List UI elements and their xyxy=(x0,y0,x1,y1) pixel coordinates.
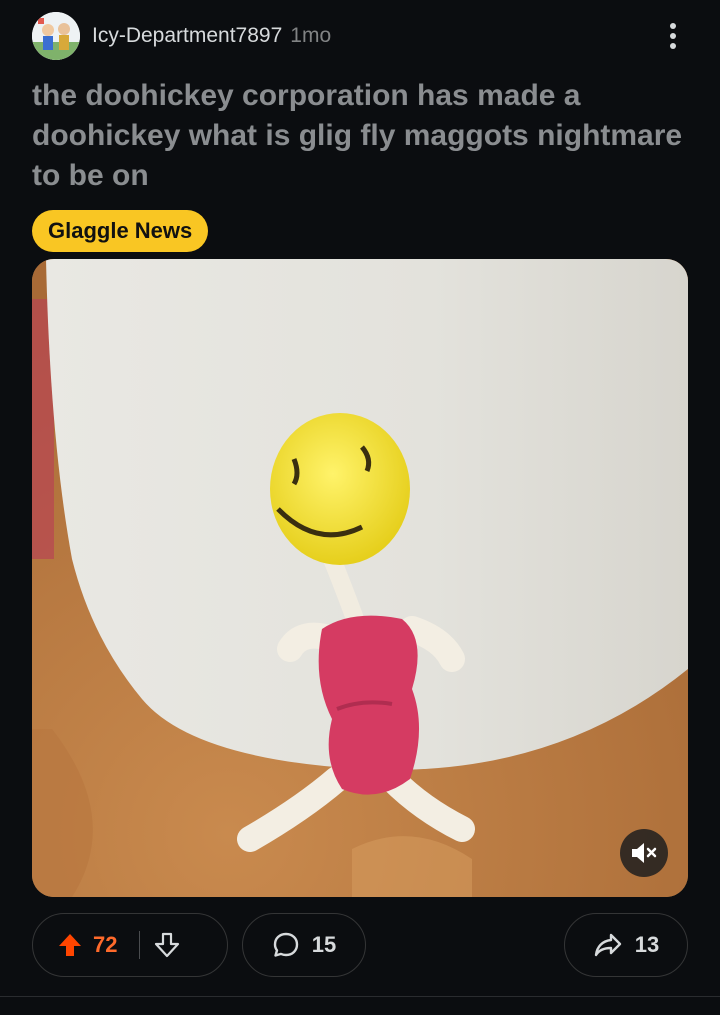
upvote-arrow-icon xyxy=(59,934,81,956)
downvote-button[interactable] xyxy=(154,932,180,958)
video-frame xyxy=(32,259,688,897)
vote-controls: 72 xyxy=(32,913,228,977)
share-arrow-icon xyxy=(594,933,621,957)
comment-count: 15 xyxy=(311,932,337,957)
post-header: Icy-Department7897 1mo xyxy=(32,12,688,60)
comments-button[interactable]: 15 xyxy=(242,913,366,977)
comment-bubble-icon xyxy=(273,932,298,957)
video-player[interactable] xyxy=(32,259,688,897)
post-flair[interactable]: Glaggle News xyxy=(32,210,209,252)
post-actions: 72 15 13 xyxy=(32,913,688,979)
upvote-count: 72 xyxy=(93,932,118,957)
share-count: 13 xyxy=(634,932,660,957)
post-card: Icy-Department7897 1mo the doohickey cor… xyxy=(0,0,720,1015)
post-title[interactable]: the doohickey corporation has made a doo… xyxy=(32,76,692,196)
post-divider xyxy=(0,996,720,997)
vote-divider xyxy=(139,931,141,959)
share-button[interactable]: 13 xyxy=(564,913,688,977)
volume-muted-icon xyxy=(632,843,657,863)
mute-toggle-button[interactable] xyxy=(620,829,668,877)
vertical-ellipsis-icon xyxy=(670,23,676,49)
more-options-button[interactable] xyxy=(658,12,688,60)
post-age: 1mo xyxy=(290,24,332,47)
author-username[interactable]: Icy-Department7897 xyxy=(92,24,282,48)
downvote-arrow-icon xyxy=(155,932,180,958)
author-avatar[interactable] xyxy=(32,12,80,60)
upvote-button[interactable] xyxy=(57,932,83,958)
